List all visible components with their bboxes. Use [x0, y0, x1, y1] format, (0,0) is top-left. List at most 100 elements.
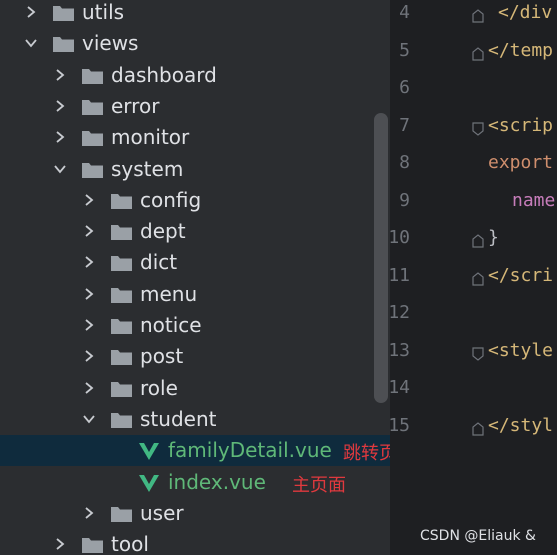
- tree-file-item[interactable]: familyDetail.vue 跳转页面: [0, 435, 390, 467]
- line-number: 14: [390, 377, 410, 398]
- vue-file-icon: [138, 473, 160, 493]
- fold-marker-icon[interactable]: [472, 421, 484, 436]
- tree-item-label: post: [140, 344, 184, 369]
- folder-icon: [52, 34, 75, 53]
- tree-folder-item[interactable]: system: [0, 154, 390, 185]
- line-number: 6: [399, 77, 410, 98]
- vue-file-icon: [138, 441, 160, 461]
- tree-file-item[interactable]: index.vue 主页面: [0, 467, 390, 498]
- tree-folder-item[interactable]: post: [0, 341, 390, 372]
- line-number: 10: [390, 227, 410, 248]
- code-line: export: [488, 152, 554, 173]
- chevron-right-icon[interactable]: [82, 255, 96, 269]
- tree-item-label: system: [111, 156, 184, 181]
- line-number-gutter: 4 5 6 7 8 9 10 11 12 13 14 15: [390, 0, 470, 555]
- chevron-right-icon[interactable]: [82, 193, 96, 207]
- line-number: 4: [399, 2, 410, 23]
- fold-marker-icon[interactable]: [472, 121, 484, 136]
- tree-folder-item[interactable]: notice: [0, 310, 390, 341]
- project-tree: utils views dashboard error monitor system con…: [0, 0, 390, 555]
- chevron-right-icon[interactable]: [82, 349, 96, 363]
- tree-item-label: student: [140, 406, 217, 431]
- folder-icon: [52, 3, 75, 22]
- tree-item-label: utils: [82, 0, 125, 24]
- tree-folder-item[interactable]: dict: [0, 247, 390, 278]
- folder-icon: [81, 128, 104, 147]
- code-line: </div: [498, 2, 553, 23]
- folder-icon: [110, 347, 133, 366]
- tree-item-label: user: [140, 500, 184, 525]
- tree-item-label: dict: [140, 250, 178, 275]
- watermark: CSDN @Eliauk &: [420, 528, 536, 544]
- tree-item-label: dashboard: [111, 62, 217, 87]
- folder-icon: [110, 504, 133, 523]
- chevron-right-icon[interactable]: [82, 224, 96, 238]
- tree-folder-item[interactable]: error: [0, 91, 390, 122]
- tree-folder-item[interactable]: tool: [0, 529, 390, 555]
- folder-icon: [81, 66, 104, 85]
- tree-folder-item[interactable]: utils: [0, 0, 390, 28]
- tree-item-label: dept: [140, 219, 186, 244]
- fold-marker-icon[interactable]: [472, 271, 484, 286]
- line-number: 8: [399, 152, 410, 173]
- code-line: </scri: [488, 264, 554, 286]
- fold-marker-icon[interactable]: [472, 346, 484, 361]
- chevron-right-icon[interactable]: [24, 5, 38, 19]
- tree-scrollbar[interactable]: [374, 113, 388, 403]
- chevron-down-icon[interactable]: [53, 162, 67, 176]
- tree-folder-item[interactable]: user: [0, 498, 390, 529]
- annotation-note: 跳转页面: [343, 443, 390, 465]
- code-editor[interactable]: 4 5 6 7 8 9 10 11 12 13 14 15 </div </temp <scrip expo…: [390, 0, 557, 555]
- code-line: </styl: [488, 414, 554, 436]
- line-number: 13: [390, 339, 410, 361]
- chevron-right-icon[interactable]: [53, 130, 67, 144]
- tree-item-label: tool: [111, 532, 149, 555]
- chevron-right-icon[interactable]: [82, 381, 96, 395]
- tree-folder-item[interactable]: monitor: [0, 122, 390, 153]
- tree-folder-item[interactable]: views: [0, 28, 390, 59]
- tree-item-label: menu: [140, 281, 198, 306]
- fold-marker-icon[interactable]: [472, 233, 484, 248]
- chevron-down-icon[interactable]: [82, 412, 96, 426]
- line-number: 7: [399, 114, 410, 136]
- chevron-right-icon[interactable]: [53, 99, 67, 113]
- chevron-right-icon[interactable]: [82, 318, 96, 332]
- folder-icon: [110, 285, 133, 304]
- tree-folder-item[interactable]: config: [0, 185, 390, 216]
- tree-item-label: monitor: [111, 125, 190, 150]
- folder-icon: [110, 222, 133, 241]
- code-line: </temp: [488, 39, 554, 61]
- folder-icon: [110, 316, 133, 335]
- folder-icon: [110, 253, 133, 272]
- annotation-note: 主页面: [292, 474, 346, 496]
- code-line: <style: [488, 339, 554, 361]
- tree-item-label: config: [140, 187, 202, 212]
- code-line: name: [512, 189, 556, 211]
- tree-item-label: error: [111, 93, 160, 118]
- fold-marker-icon[interactable]: [472, 8, 484, 23]
- tree-item-label: index.vue: [168, 469, 266, 494]
- chevron-right-icon[interactable]: [53, 537, 67, 551]
- tree-item-label: views: [82, 31, 139, 56]
- tree-folder-item[interactable]: role: [0, 373, 390, 404]
- folder-icon: [81, 97, 104, 116]
- chevron-down-icon[interactable]: [24, 36, 38, 50]
- tree-item-label: familyDetail.vue: [168, 438, 332, 463]
- folder-icon: [110, 191, 133, 210]
- line-number: 9: [399, 189, 410, 211]
- line-number: 15: [390, 414, 410, 436]
- chevron-right-icon[interactable]: [82, 506, 96, 520]
- tree-folder-item[interactable]: dashboard: [0, 60, 390, 91]
- folder-icon: [81, 160, 104, 179]
- folder-icon: [81, 535, 104, 554]
- tree-folder-item[interactable]: student: [0, 404, 390, 435]
- fold-marker-icon[interactable]: [472, 46, 484, 61]
- line-number: 12: [390, 302, 410, 323]
- tree-folder-item[interactable]: menu: [0, 279, 390, 310]
- line-number: 11: [390, 264, 410, 286]
- code-line: }: [488, 227, 499, 248]
- folder-icon: [110, 410, 133, 429]
- chevron-right-icon[interactable]: [82, 287, 96, 301]
- tree-folder-item[interactable]: dept: [0, 216, 390, 247]
- chevron-right-icon[interactable]: [53, 68, 67, 82]
